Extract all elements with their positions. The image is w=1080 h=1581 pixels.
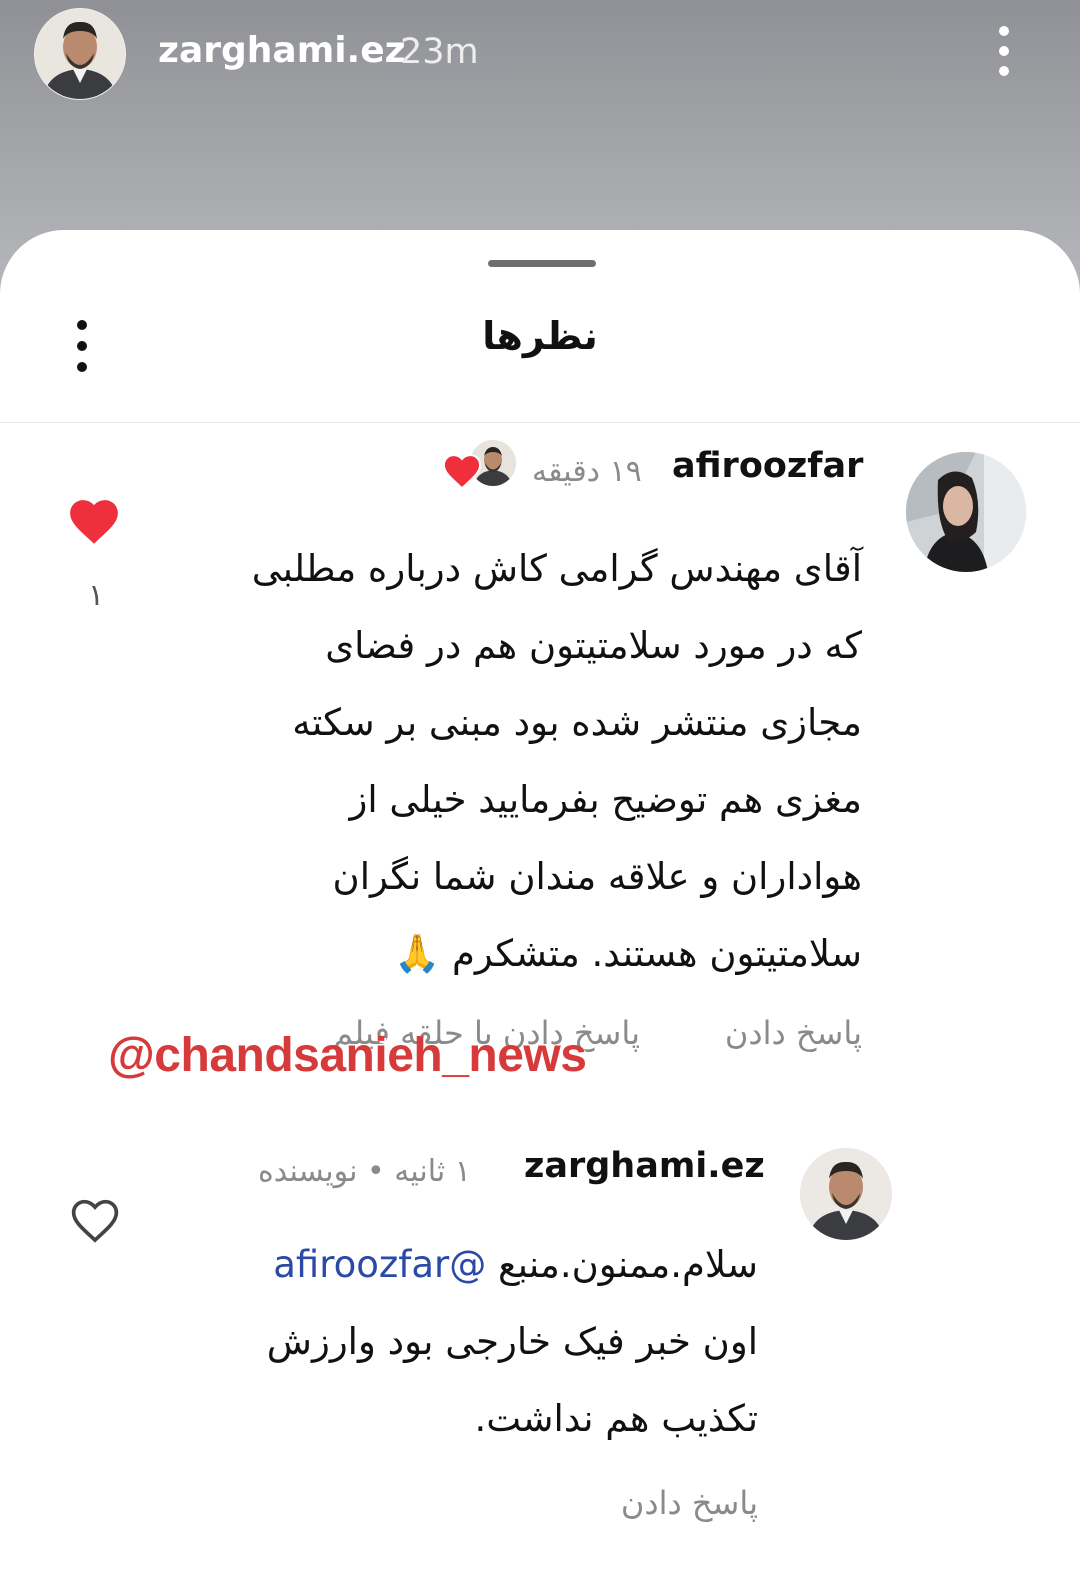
author-liked-heart-icon bbox=[441, 452, 483, 494]
comment-line: مغزی هم توضیح بفرمایید خیلی از bbox=[349, 778, 862, 821]
comment-username[interactable]: afiroozfar bbox=[672, 446, 863, 486]
like-heart-outline-icon[interactable] bbox=[68, 1196, 122, 1248]
author-avatar[interactable] bbox=[800, 1148, 892, 1240]
comment-line: آقای مهندس گرامی کاش درباره مطلبی bbox=[251, 547, 862, 590]
watermark: @chandsanieh_news bbox=[108, 1029, 587, 1082]
commenter-avatar[interactable] bbox=[906, 452, 1026, 572]
comment-username[interactable]: zarghami.ez bbox=[524, 1146, 765, 1186]
mention-link[interactable]: afiroozfar@ bbox=[273, 1243, 486, 1286]
story-username[interactable]: zarghami.ez bbox=[158, 30, 406, 71]
reply-button[interactable]: پاسخ دادن bbox=[621, 1484, 758, 1522]
reply-button[interactable]: پاسخ دادن bbox=[725, 1014, 862, 1052]
like-count: ۱ bbox=[88, 578, 105, 613]
sheet-title: نظرها bbox=[482, 314, 598, 358]
comment-line: مجازی منتشر شده بود مبنی بر سکته bbox=[292, 701, 862, 744]
reply-text: سلام.ممنون.منبع bbox=[497, 1243, 758, 1286]
comment-line: اون خبر فیک خارجی بود وارزش bbox=[266, 1320, 758, 1363]
comment-line: که در مورد سلامتیتون هم در فضای bbox=[325, 624, 862, 667]
divider bbox=[0, 422, 1080, 423]
like-heart-filled-icon[interactable] bbox=[66, 496, 122, 550]
story-avatar[interactable] bbox=[34, 8, 126, 100]
drag-handle[interactable] bbox=[488, 260, 596, 267]
comment-body: سلام.ممنون.منبع afiroozfar@ اون خبر فیک … bbox=[198, 1226, 758, 1457]
story-timestamp: 23m bbox=[400, 32, 479, 72]
comment-line: هواداران و علاقه مندان شما نگران bbox=[332, 855, 862, 898]
comment-timestamp: ۱ ثانیه • نویسنده bbox=[258, 1154, 471, 1189]
story-more-options-icon[interactable] bbox=[992, 26, 1016, 76]
comment-timestamp: ۱۹ دقیقه bbox=[532, 454, 642, 489]
comment-line: تکذیب هم نداشت. bbox=[474, 1397, 758, 1440]
comment-body: آقای مهندس گرامی کاش درباره مطلبی که در … bbox=[202, 530, 862, 992]
comment-line: سلامتیتون هستند. متشکرم 🙏 bbox=[394, 932, 862, 975]
more-options-icon[interactable] bbox=[72, 320, 92, 372]
